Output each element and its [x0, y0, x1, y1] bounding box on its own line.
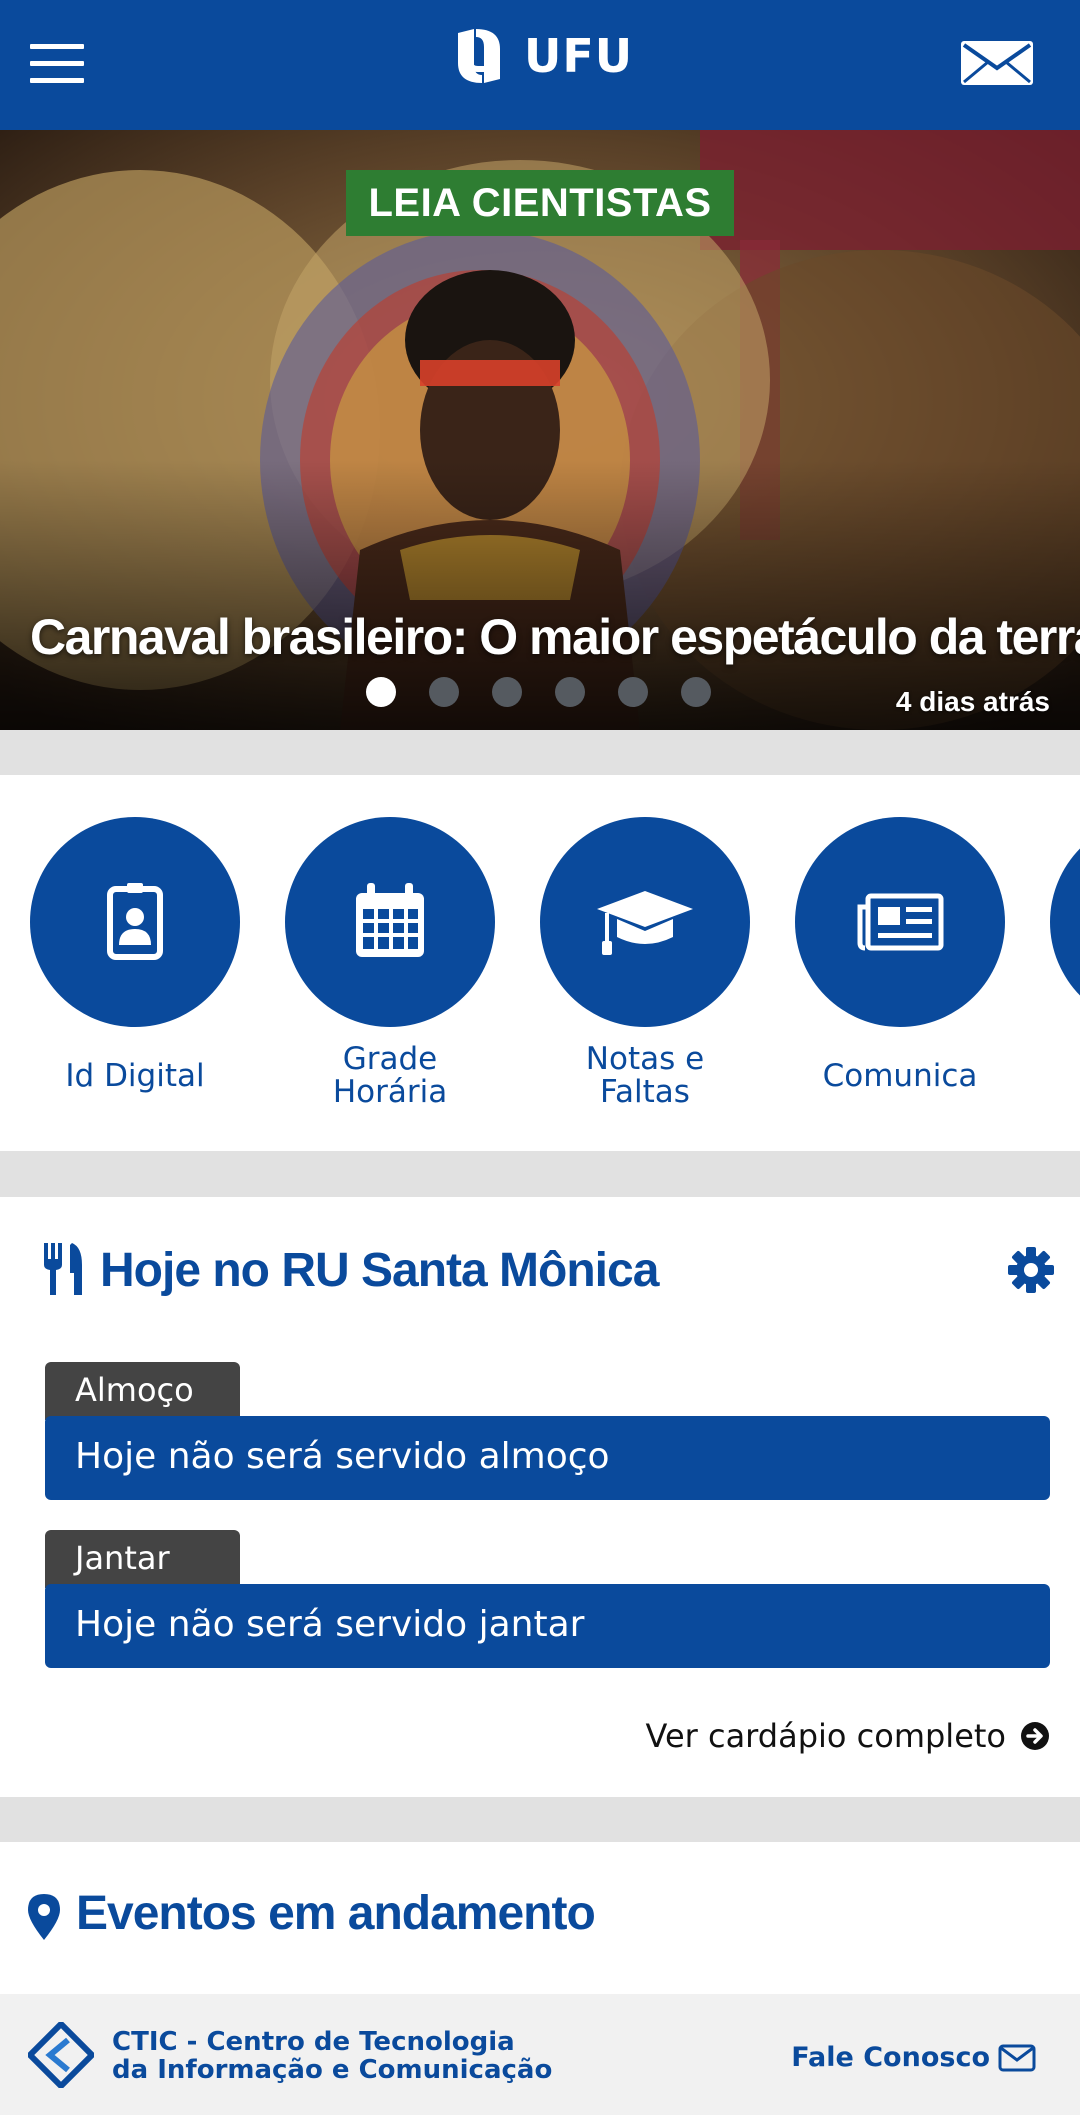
carousel-dot[interactable] [492, 677, 522, 707]
carousel-dot[interactable] [366, 677, 396, 707]
logo-text: UFU [524, 29, 634, 83]
hero-title[interactable]: Carnaval brasileiro: O maior espetáculo … [30, 608, 1080, 666]
hamburger-menu-icon[interactable] [30, 44, 84, 84]
graduation-cap-icon [597, 891, 693, 955]
shortcut-circle[interactable] [540, 817, 750, 1027]
ufu-logo-icon [458, 29, 500, 83]
shortcut-label: Grade Horária [285, 1041, 495, 1111]
ver-cardapio-label: Ver cardápio completo [645, 1717, 1006, 1755]
shortcut-grade-horaria[interactable]: Grade Horária [285, 817, 495, 1111]
hero-tag[interactable]: LEIA CIENTISTAS [346, 170, 734, 236]
carousel-dot[interactable] [555, 677, 585, 707]
news-carousel[interactable]: LEIA CIENTISTAS Carnaval brasileiro: O m… [0, 130, 1080, 730]
shortcut-next-partial[interactable] [1050, 817, 1080, 1027]
shortcut-label: Comunica [822, 1057, 978, 1094]
utensils-icon [44, 1243, 82, 1295]
app-header: UFU [0, 0, 1080, 130]
shortcut-id-digital[interactable]: Id Digital [30, 817, 240, 1111]
shortcut-circle[interactable] [1050, 817, 1080, 1027]
ctic-name: CTIC - Centro de Tecnologia da Informaçã… [112, 2028, 552, 2084]
fale-conosco-link[interactable]: Fale Conosco [791, 2042, 1036, 2073]
ctic-line-2: da Informação e Comunicação [112, 2055, 553, 2085]
calendar-icon [356, 883, 424, 957]
newspaper-icon [857, 893, 944, 951]
shortcut-circle[interactable] [30, 817, 240, 1027]
envelope-icon[interactable] [960, 40, 1034, 86]
ctic-logo-icon [28, 2022, 94, 2088]
meal-text-jantar: Hoje não será servido jantar [45, 1584, 1050, 1668]
ufu-logo: UFU [448, 24, 633, 88]
eventos-section: Eventos em andamento [0, 1842, 1080, 1994]
eventos-title: Eventos em andamento [76, 1887, 596, 1940]
shortcut-label-text: Notas e Faltas [585, 1041, 705, 1110]
shortcut-circle[interactable] [795, 817, 1005, 1027]
ru-title: Hoje no RU Santa Mônica [100, 1244, 659, 1297]
footer: CTIC - Centro de Tecnologia da Informaçã… [0, 1994, 1080, 2115]
shortcut-label: Id Digital [65, 1057, 205, 1094]
meal-label-almoco: Almoço [45, 1362, 240, 1420]
gear-icon[interactable] [1008, 1247, 1054, 1293]
shortcuts-row[interactable]: Id Digital Grade Horária Notas e Faltas … [0, 775, 1080, 1151]
fale-conosco-label: Fale Conosco [791, 2042, 990, 2073]
ru-section: Hoje no RU Santa Mônica Almoço Hoje não … [0, 1197, 1080, 1797]
carousel-dots [366, 677, 744, 707]
carousel-dot[interactable] [429, 677, 459, 707]
envelope-outline-icon [998, 2044, 1036, 2071]
map-pin-icon [28, 1894, 60, 1940]
ctic-line-1: CTIC - Centro de Tecnologia [112, 2027, 515, 2057]
arrow-circle-right-icon [1021, 1722, 1049, 1750]
carousel-dot[interactable] [681, 677, 711, 707]
hero-timestamp: 4 dias atrás [895, 686, 1050, 717]
shortcut-label: Notas e Faltas [540, 1041, 750, 1111]
shortcut-circle[interactable] [285, 817, 495, 1027]
carousel-dot[interactable] [618, 677, 648, 707]
shortcut-label-text: Grade Horária [332, 1041, 448, 1110]
id-badge-icon [107, 883, 163, 960]
meal-text-almoco: Hoje não será servido almoço [45, 1416, 1050, 1500]
meal-label-jantar: Jantar [45, 1530, 240, 1588]
ver-cardapio-link[interactable]: Ver cardápio completo [646, 1717, 1050, 1755]
shortcut-comunica[interactable]: Comunica [795, 817, 1005, 1111]
shortcut-notas-faltas[interactable]: Notas e Faltas [540, 817, 750, 1111]
